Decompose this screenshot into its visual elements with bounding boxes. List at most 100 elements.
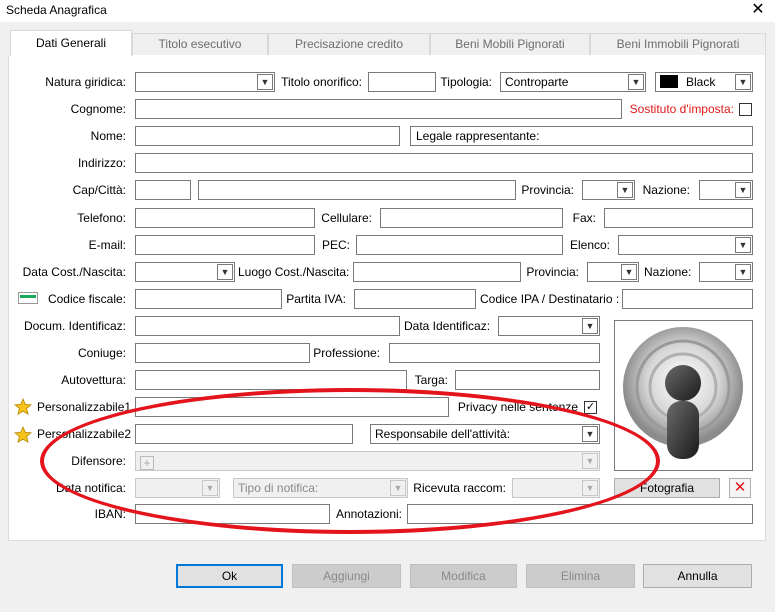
- tab-beni-mobili[interactable]: Beni Mobili Pignorati: [430, 33, 590, 55]
- add-icon[interactable]: +: [140, 456, 154, 470]
- provincia2-select[interactable]: ▼: [587, 262, 639, 282]
- legale-rappresentante-field[interactable]: Legale rappresentante:: [410, 126, 753, 146]
- tab-titolo-esecutivo[interactable]: Titolo esecutivo: [132, 33, 268, 55]
- professione-input[interactable]: [389, 343, 600, 363]
- iban-label: IBAN:: [94, 507, 126, 521]
- ricevuta-raccom-select[interactable]: ▼: [512, 478, 600, 498]
- tipologia-select[interactable]: Controparte ▼: [500, 72, 646, 92]
- citta-input[interactable]: [198, 180, 516, 200]
- codice-fiscale-input[interactable]: [135, 289, 282, 309]
- nome-input[interactable]: [135, 126, 400, 146]
- star-icon[interactable]: [13, 397, 33, 416]
- autovettura-input[interactable]: [135, 370, 407, 390]
- documento-label: Docum. Identificaz:: [23, 319, 126, 333]
- chevron-down-icon[interactable]: ▼: [621, 264, 637, 280]
- elimina-button[interactable]: Elimina: [526, 564, 635, 588]
- chevron-down-icon[interactable]: ▼: [735, 182, 751, 198]
- cognome-input[interactable]: [135, 99, 622, 119]
- chevron-down-icon[interactable]: ▼: [582, 426, 598, 442]
- data-notifica-label: Data notifica:: [55, 481, 126, 495]
- difensore-select[interactable]: + ▼: [135, 451, 600, 471]
- telefono-label: Telefono:: [77, 211, 126, 225]
- fotografia-button[interactable]: Fotografia: [614, 478, 720, 498]
- indirizzo-input[interactable]: [135, 153, 753, 173]
- chevron-down-icon[interactable]: ▼: [735, 74, 751, 90]
- modifica-button[interactable]: Modifica: [410, 564, 517, 588]
- title-bar: [0, 0, 775, 22]
- chevron-down-icon[interactable]: ▼: [735, 264, 751, 280]
- color-swatch: [660, 75, 678, 88]
- luogo-nascita-input[interactable]: [353, 262, 521, 282]
- pec-input[interactable]: [356, 235, 563, 255]
- nazione-select[interactable]: ▼: [699, 180, 753, 200]
- card-icon[interactable]: [18, 292, 38, 304]
- data-identificaz-picker[interactable]: ▼: [498, 316, 600, 336]
- indirizzo-label: Indirizzo:: [77, 156, 126, 170]
- chevron-down-icon[interactable]: ▼: [257, 74, 273, 90]
- chevron-down-icon[interactable]: ▼: [582, 453, 598, 469]
- targa-input[interactable]: [455, 370, 600, 390]
- annotazioni-input[interactable]: [407, 504, 753, 524]
- sostituto-imposta-checkbox[interactable]: [739, 103, 752, 116]
- documento-input[interactable]: [135, 316, 400, 336]
- difensore-label: Difensore:: [71, 454, 126, 468]
- aggiungi-button[interactable]: Aggiungi: [292, 564, 401, 588]
- personalizzabile2-label: Personalizzabile2: [37, 427, 132, 441]
- tipologia-value: Controparte: [505, 75, 569, 89]
- nome-label: Nome:: [90, 129, 126, 143]
- data-nascita-picker[interactable]: ▼: [135, 262, 235, 282]
- privacy-label: Privacy nelle sentenze: [457, 400, 578, 414]
- personalizzabile2-input[interactable]: [135, 424, 353, 444]
- chevron-down-icon[interactable]: ▼: [628, 74, 644, 90]
- targa-label: Targa:: [414, 373, 448, 387]
- personalizzabile1-label: Personalizzabile1: [37, 400, 132, 414]
- chevron-down-icon[interactable]: ▼: [735, 237, 751, 253]
- fax-label: Fax:: [572, 211, 596, 225]
- nazione2-label: Nazione:: [644, 265, 692, 279]
- email-label: E-mail:: [88, 238, 126, 252]
- fax-input[interactable]: [604, 208, 753, 228]
- cellulare-input[interactable]: [380, 208, 563, 228]
- coniuge-input[interactable]: [135, 343, 310, 363]
- cap-input[interactable]: [135, 180, 191, 200]
- nazione-label: Nazione:: [642, 183, 690, 197]
- delete-x-icon[interactable]: ✕: [729, 478, 751, 498]
- privacy-checkbox[interactable]: ✓: [584, 401, 597, 414]
- photo-frame[interactable]: [614, 320, 753, 471]
- ok-button[interactable]: Ok: [176, 564, 283, 588]
- tab-precisazione-credito[interactable]: Precisazione credito: [268, 33, 430, 55]
- sostituto-imposta-label: Sostituto d'imposta:: [629, 102, 734, 116]
- chevron-down-icon[interactable]: ▼: [217, 264, 233, 280]
- elenco-select[interactable]: ▼: [618, 235, 753, 255]
- personalizzabile1-input[interactable]: [135, 397, 449, 417]
- chevron-down-icon[interactable]: ▼: [582, 480, 598, 496]
- tab-dati-generali[interactable]: Dati Generali: [10, 30, 132, 56]
- cap-citta-label: Cap/Città:: [72, 183, 126, 197]
- partita-iva-label: Partita IVA:: [286, 292, 346, 306]
- chevron-down-icon[interactable]: ▼: [390, 480, 406, 496]
- iban-input[interactable]: [135, 504, 330, 524]
- titolo-onorifico-input[interactable]: [368, 72, 436, 92]
- star-icon[interactable]: [13, 425, 33, 444]
- nazione2-select[interactable]: ▼: [699, 262, 753, 282]
- provincia-select[interactable]: ▼: [582, 180, 635, 200]
- natura-giuridica-select[interactable]: ▼: [135, 72, 275, 92]
- annulla-button[interactable]: Annulla: [643, 564, 752, 588]
- partita-iva-input[interactable]: [354, 289, 476, 309]
- autovettura-label: Autovettura:: [61, 373, 126, 387]
- telefono-input[interactable]: [135, 208, 315, 228]
- codice-ipa-input[interactable]: [622, 289, 753, 309]
- email-input[interactable]: [135, 235, 315, 255]
- responsabile-select[interactable]: Responsabile dell'attività: ▼: [370, 424, 600, 444]
- titolo-onorifico-label: Titolo onorifico:: [281, 75, 362, 89]
- chevron-down-icon[interactable]: ▼: [202, 480, 218, 496]
- legale-rappresentante-label: Legale rappresentante:: [416, 129, 540, 143]
- data-notifica-picker[interactable]: ▼: [135, 478, 220, 498]
- chevron-down-icon[interactable]: ▼: [582, 318, 598, 334]
- close-icon[interactable]: ✕: [746, 0, 770, 22]
- tab-beni-immobili[interactable]: Beni Immobili Pignorati: [590, 33, 766, 55]
- color-select[interactable]: Black ▼: [655, 72, 753, 92]
- tipo-notifica-select[interactable]: Tipo di notifica: ▼: [233, 478, 408, 498]
- codice-fiscale-label: Codice fiscale:: [47, 292, 126, 306]
- chevron-down-icon[interactable]: ▼: [617, 182, 633, 198]
